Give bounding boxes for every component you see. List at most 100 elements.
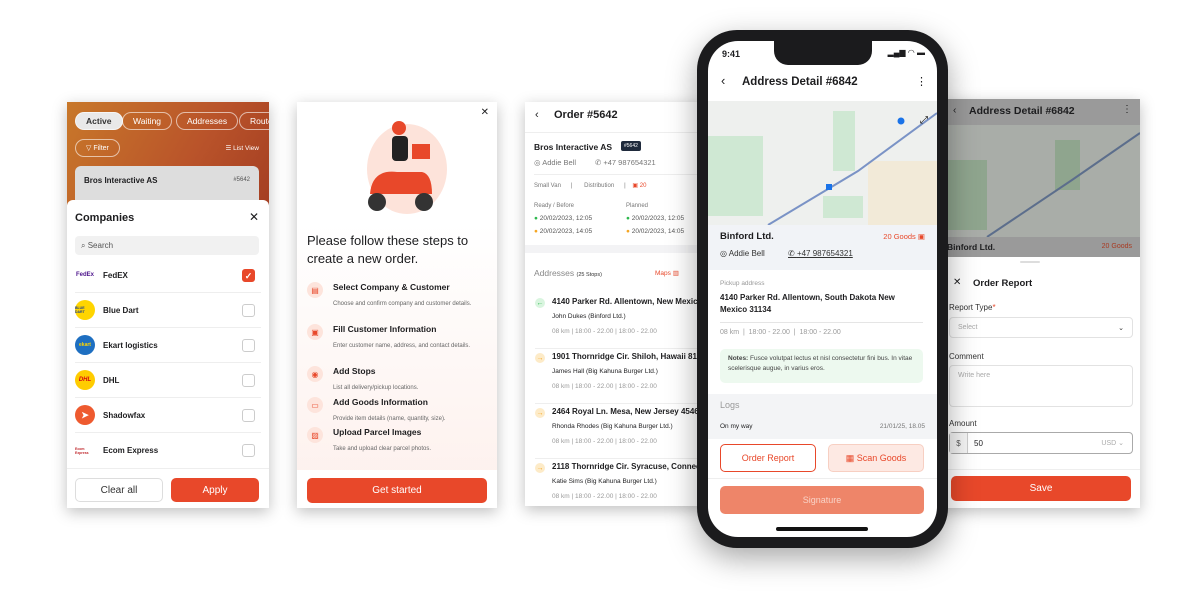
checkbox[interactable]: [242, 338, 255, 352]
sheet-title: Order Report: [973, 278, 1033, 289]
close-icon[interactable]: ✕: [481, 107, 489, 118]
comment-label: Comment: [949, 352, 984, 361]
blue-dart-logo: BLUE DART: [75, 300, 95, 320]
companies-panel: Active Waiting Addresses Routes ▽ Filter…: [67, 102, 269, 508]
user-icon: ◎: [534, 158, 543, 167]
vehicle-type: Small Van: [534, 183, 561, 189]
company-item-blue-dart[interactable]: BLUE DART Blue Dart: [75, 293, 261, 328]
step-title: Fill Customer Information: [333, 324, 437, 334]
phone-screen: 9:41 ▂▄▆ ◠ ▬ ‹ Address Detail #6842 ⋮ ⤢ …: [708, 41, 937, 537]
back-icon[interactable]: ‹: [953, 105, 956, 116]
stop-item[interactable]: → 1901 Thornridge Cir. Shiloh, Hawaii 810…: [535, 349, 705, 404]
checkbox[interactable]: [242, 444, 255, 457]
goods-count: ▣ 20: [632, 183, 647, 189]
phone-link[interactable]: ✆ +47 987654321: [788, 249, 853, 258]
checkbox[interactable]: [242, 303, 255, 317]
save-button[interactable]: Save: [951, 476, 1131, 501]
chevron-down-icon: ⌄: [1118, 324, 1124, 332]
company-name: Binford Ltd.: [947, 242, 996, 252]
planned-time: 20/02/2023, 14:05: [631, 228, 685, 235]
currency-select[interactable]: USD ⌄: [1101, 433, 1132, 453]
stop-item[interactable]: ← 4140 Parker Rd. Allentown, New Mexico Jo…: [535, 294, 705, 349]
phone-number: +47 987654321: [603, 158, 656, 167]
more-icon[interactable]: ⋮: [916, 75, 927, 88]
maps-label: Maps: [655, 270, 671, 277]
pickup-address: 4140 Parker Rd. Allentown, South Dakota …: [720, 293, 895, 314]
scan-goods-label: Scan Goods: [856, 453, 907, 463]
checkbox[interactable]: [242, 373, 255, 387]
search-input[interactable]: ⌕ Search: [75, 236, 259, 255]
stop-item[interactable]: → 2464 Royal Ln. Mesa, New Jersey 4546 Rho…: [535, 404, 705, 459]
signature-button[interactable]: Signature: [720, 486, 924, 514]
company-name: FedEX: [103, 270, 128, 280]
id-card-icon: ▣: [307, 324, 323, 340]
step-desc: Choose and confirm company and customer …: [333, 301, 472, 307]
company-item-dhl[interactable]: DHL DHL: [75, 363, 261, 398]
order-badge: #5642: [621, 141, 641, 151]
scan-goods-button[interactable]: ▦ Scan Goods: [828, 444, 924, 472]
goods-count: 20 Goods: [883, 232, 916, 241]
close-icon[interactable]: ✕: [249, 210, 259, 224]
maps-link[interactable]: Maps ▥: [655, 269, 679, 277]
back-icon[interactable]: ‹: [721, 73, 725, 88]
tab-routes[interactable]: Routes: [239, 112, 269, 130]
tab-addresses[interactable]: Addresses: [176, 112, 239, 130]
planned-time: 20/02/2023, 12:05: [631, 215, 685, 222]
map-view[interactable]: ⤢: [708, 101, 937, 225]
order-card-id: #5642: [233, 177, 250, 183]
company-name: Bros Interactive AS: [534, 142, 613, 152]
step-2: ▣ Fill Customer Information Enter customer…: [307, 324, 489, 352]
orders-header: Active Waiting Addresses Routes ▽ Filter…: [67, 102, 269, 212]
more-icon[interactable]: ⋮: [1122, 104, 1132, 115]
fedex-logo: FedEx: [75, 272, 94, 278]
order-card-title: Bros Interactive AS: [84, 176, 158, 185]
amount-input[interactable]: $ 50 USD ⌄: [949, 432, 1133, 454]
stop-item[interactable]: → 2118 Thornridge Cir. Syracuse, Connect K…: [535, 459, 705, 506]
company-item-ekart[interactable]: ekart Ekart logistics: [75, 328, 261, 363]
apply-button[interactable]: Apply: [171, 478, 259, 502]
status-time: 9:41: [722, 49, 741, 59]
drag-handle[interactable]: [1020, 261, 1040, 263]
step-title: Add Goods Information: [333, 397, 428, 407]
company-item-fedex[interactable]: FedEx FedEX ✓: [75, 258, 261, 293]
tab-active[interactable]: Active: [75, 112, 123, 130]
report-type-select[interactable]: Select ⌄: [949, 317, 1133, 338]
tab-waiting[interactable]: Waiting: [122, 112, 173, 130]
clear-all-button[interactable]: Clear all: [75, 478, 163, 502]
user-icon: ◎: [720, 249, 729, 258]
company-name: Binford Ltd.: [720, 231, 774, 242]
company-name: Ekart logistics: [103, 340, 158, 350]
company-card: Binford Ltd. 20 Goods ▣ ◎ Addie Bell ✆ +…: [708, 225, 937, 270]
order-report-panel: ‹ Address Detail #6842 ⋮ Binford Ltd. 20…: [935, 99, 1140, 508]
company-name: DHL: [103, 375, 120, 385]
back-icon[interactable]: ‹: [535, 109, 539, 121]
filter-button[interactable]: ▽ Filter: [75, 139, 120, 157]
map-view[interactable]: [947, 125, 1140, 237]
building-icon: ▤: [307, 282, 323, 298]
company-name: Ecom Express: [103, 446, 159, 455]
step-title: Add Stops: [333, 366, 376, 376]
checkbox[interactable]: [242, 408, 255, 422]
order-report-button[interactable]: Order Report: [720, 444, 816, 472]
expand-icon[interactable]: ⤢: [920, 115, 928, 126]
list-view-label: List View: [233, 145, 259, 152]
phone-link[interactable]: ✆ +47 987654321: [595, 158, 656, 167]
box-icon: ▣: [917, 232, 925, 241]
currency-symbol: $: [950, 433, 968, 453]
filter-icon: ▽: [86, 145, 94, 152]
checkbox-checked[interactable]: ✓: [242, 268, 255, 282]
step-5: ▨ Upload Parcel Images Take and upload cle…: [307, 427, 489, 455]
ekart-logo: ekart: [75, 335, 95, 355]
order-report-sheet: ✕ Order Report Report Type* Select ⌄ Comm…: [935, 257, 1140, 508]
list-view-toggle[interactable]: ☰ List View: [225, 144, 259, 152]
goods-count: 20 Goods: [1101, 243, 1132, 250]
log-event: On my way: [720, 423, 753, 430]
company-item-ecom-express[interactable]: Ecom Express Ecom Express: [75, 433, 261, 468]
company-item-shadowfax[interactable]: ➤ Shadowfax: [75, 398, 261, 433]
search-icon: ⌕: [81, 240, 88, 250]
company-name: Shadowfax: [103, 410, 146, 420]
order-type: Distribution: [584, 183, 615, 189]
get-started-button[interactable]: Get started: [307, 478, 487, 503]
comment-textarea[interactable]: Write here: [949, 365, 1133, 407]
close-icon[interactable]: ✕: [953, 277, 961, 288]
